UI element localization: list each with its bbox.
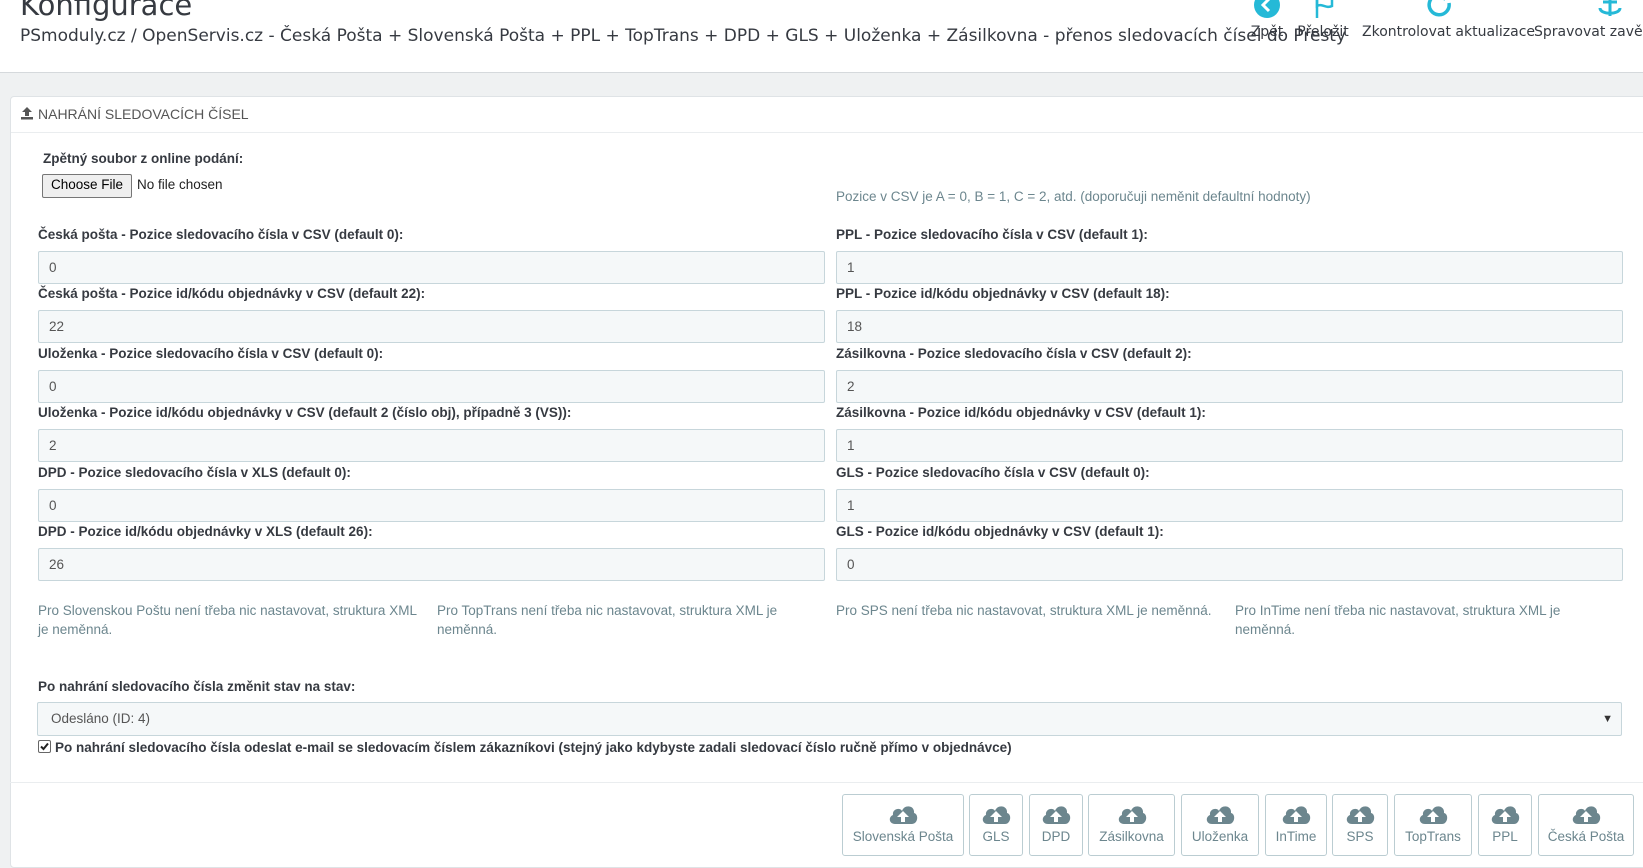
upload-button-label: Uloženka — [1191, 829, 1249, 844]
ceska-posta-tracking-position-input[interactable]: 0 — [38, 251, 825, 284]
toolbar-check-updates-label: Zkontrolovat aktualizace — [1362, 24, 1536, 40]
check-icon — [40, 742, 49, 751]
field-label: GLS - Pozice id/kódu objednávky v CSV (d… — [836, 524, 1164, 539]
note-intime: Pro InTime není třeba nic nastavovat, st… — [1235, 603, 1561, 637]
cloud-upload-icon — [1118, 806, 1146, 824]
refresh-icon — [1362, 0, 1518, 17]
upload-button-label: Zásilkovna — [1099, 829, 1164, 844]
send-email-checkbox[interactable] — [38, 740, 51, 753]
field-label: Česká pošta - Pozice id/kódu objednávky … — [38, 286, 426, 301]
choose-file-button[interactable]: Choose File — [42, 174, 133, 198]
toolbar-translate-button[interactable]: Přeložit — [1297, 0, 1349, 40]
upload-zasilkovna-button[interactable]: Zásilkovna — [1088, 794, 1175, 856]
upload-button-label: TopTrans — [1405, 829, 1461, 844]
anchor-icon — [1570, 0, 1643, 16]
cloud-upload-icon — [982, 806, 1011, 824]
toolbar-back-button[interactable]: Zpět — [1248, 0, 1286, 40]
upload-ppl-button[interactable]: PPL — [1478, 794, 1532, 856]
upload-button-label: DPD — [1041, 829, 1071, 844]
status-select[interactable]: Odesláno (ID: 4) ▼ — [37, 702, 1622, 736]
field-label: Uloženka - Pozice id/kódu objednávky v C… — [38, 405, 572, 420]
panel-heading-text: NAHRÁNÍ SLEDOVACÍCH ČÍSEL — [38, 106, 249, 122]
ulozenka-order-position-input[interactable]: 2 — [38, 429, 825, 462]
upload-toptrans-button[interactable]: TopTrans — [1394, 794, 1472, 856]
page-header: Konfigurace PSmoduly.cz / OpenServis.cz … — [0, 0, 1643, 73]
upload-button-label: SPS — [1346, 829, 1374, 844]
upload-button-label: GLS — [982, 829, 1010, 844]
note-slovenska-posta: Pro Slovenskou Poštu není třeba nic nast… — [38, 603, 417, 637]
zasilkovna-tracking-position-input[interactable]: 2 — [836, 370, 1623, 403]
toolbar-translate-label: Přeložit — [1297, 24, 1349, 40]
file-status: No file chosen — [137, 177, 223, 192]
upload-button-label: Česká Pošta — [1547, 829, 1625, 844]
zasilkovna-order-position-input[interactable]: 1 — [836, 429, 1623, 462]
csv-hint: Pozice v CSV je A = 0, B = 1, C = 2, atd… — [836, 189, 1311, 204]
field-label: Zásilkovna - Pozice id/kódu objednávky v… — [836, 405, 1206, 420]
upload-icon — [20, 106, 34, 123]
gls-order-position-input[interactable]: 0 — [836, 548, 1623, 581]
caret-down-icon: ▼ — [1602, 713, 1613, 725]
cloud-upload-icon — [1042, 806, 1071, 824]
upload-intime-button[interactable]: InTime — [1265, 794, 1327, 856]
note-toptrans: Pro TopTrans není třeba nic nastavovat, … — [437, 603, 778, 637]
panel-heading: NAHRÁNÍ SLEDOVACÍCH ČÍSEL — [11, 97, 1643, 133]
toolbar-back-label: Zpět — [1250, 24, 1284, 40]
upload-button-label: Slovenská Pošta — [852, 829, 954, 844]
file-label: Zpětný soubor z online podání: — [43, 151, 244, 166]
dpd-order-position-input[interactable]: 26 — [38, 548, 825, 581]
toolbar-hooks-label: Spravovat zavěše — [1534, 24, 1643, 40]
cloud-upload-icon — [889, 806, 918, 824]
upload-dpd-button[interactable]: DPD — [1029, 794, 1083, 856]
field-label: DPD - Pozice sledovacího čísla v XLS (de… — [38, 465, 351, 480]
gls-tracking-position-input[interactable]: 1 — [836, 489, 1623, 522]
field-label: Zásilkovna - Pozice sledovacího čísla v … — [836, 346, 1192, 361]
upload-button-label: InTime — [1275, 829, 1317, 844]
field-label: Uloženka - Pozice sledovacího čísla v CS… — [38, 346, 384, 361]
footer-divider — [10, 782, 1643, 783]
page-subtitle: PSmoduly.cz / OpenServis.cz - Česká Pošt… — [20, 26, 1347, 46]
toolbar-hooks-button[interactable]: Spravovat zavěše — [1534, 0, 1643, 40]
field-label: GLS - Pozice sledovacího čísla v CSV (de… — [836, 465, 1150, 480]
field-label: Česká pošta - Pozice sledovacího čísla v… — [38, 227, 404, 242]
toolbar-check-updates-button[interactable]: Zkontrolovat aktualizace — [1362, 0, 1535, 40]
status-select-value: Odesláno (ID: 4) — [51, 711, 151, 726]
page-title: Konfigurace — [20, 0, 193, 22]
ulozenka-tracking-position-input[interactable]: 0 — [38, 370, 825, 403]
cloud-upload-icon — [1282, 806, 1311, 824]
upload-slovenska-posta-button[interactable]: Slovenská Pošta — [842, 794, 964, 856]
flag-icon — [1297, 0, 1349, 18]
ceska-posta-order-position-input[interactable]: 22 — [38, 310, 825, 343]
cloud-upload-icon — [1419, 806, 1448, 824]
status-select-label: Po nahrání sledovacího čísla změnit stav… — [38, 679, 356, 694]
cloud-upload-icon — [1491, 806, 1520, 824]
field-label: PPL - Pozice sledovacího čísla v CSV (de… — [836, 227, 1148, 242]
ppl-order-position-input[interactable]: 18 — [836, 310, 1623, 343]
upload-sps-button[interactable]: SPS — [1332, 794, 1388, 856]
cloud-upload-icon — [1572, 806, 1601, 824]
send-email-label: Po nahrání sledovacího čísla odeslat e-m… — [55, 740, 1012, 755]
ppl-tracking-position-input[interactable]: 1 — [836, 251, 1623, 284]
back-icon — [1248, 0, 1286, 18]
cloud-upload-icon — [1206, 806, 1235, 824]
field-label: PPL - Pozice id/kódu objednávky v CSV (d… — [836, 286, 1170, 301]
upload-ceska-posta-button[interactable]: Česká Pošta — [1538, 794, 1634, 856]
upload-ulozenka-button[interactable]: Uloženka — [1181, 794, 1259, 856]
upload-gls-button[interactable]: GLS — [969, 794, 1023, 856]
field-label: DPD - Pozice id/kódu objednávky v XLS (d… — [38, 524, 373, 539]
cloud-upload-icon — [1346, 806, 1375, 824]
upload-button-label: PPL — [1492, 829, 1518, 844]
dpd-tracking-position-input[interactable]: 0 — [38, 489, 825, 522]
note-sps: Pro SPS není třeba nic nastavovat, struk… — [836, 603, 1212, 618]
